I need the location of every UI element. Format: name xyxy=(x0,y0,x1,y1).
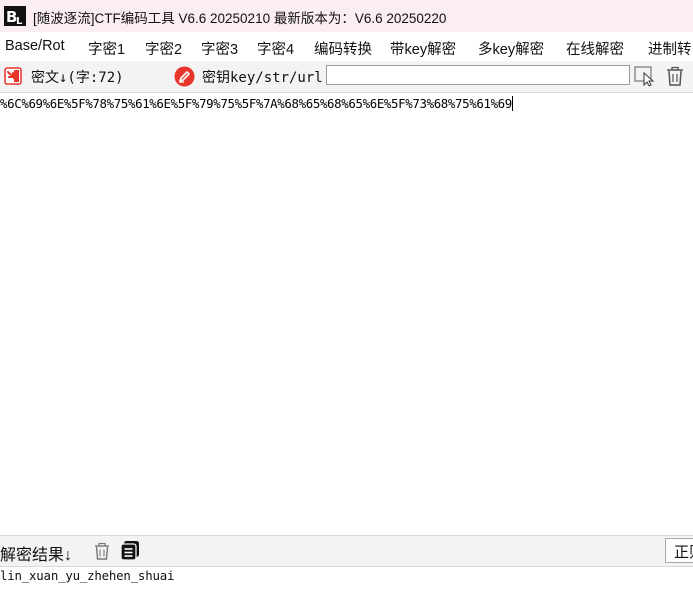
pencil-clear-icon[interactable] xyxy=(174,66,195,87)
key-input[interactable] xyxy=(326,65,630,85)
cursor-select-icon[interactable] xyxy=(634,66,656,86)
menu-encoding-convert[interactable]: 编码转换 xyxy=(314,38,372,59)
regex-button[interactable]: 正则 xyxy=(665,538,693,563)
menu-radix-convert[interactable]: 进制转 xyxy=(648,38,692,59)
menu-zimi2[interactable]: 字密2 xyxy=(145,38,182,59)
cipher-label: 密文↓(字:72) xyxy=(31,70,124,86)
menu-multi-key-decrypt[interactable]: 多key解密 xyxy=(478,38,544,59)
result-toolbar: 解密结果↓ 正则 xyxy=(0,535,693,567)
svg-text:L: L xyxy=(16,16,23,26)
result-trash-icon[interactable] xyxy=(93,541,111,561)
key-label: 密钥key/str/url: xyxy=(202,70,332,86)
result-text: lin_xuan_yu_zhehen_shuai xyxy=(0,568,175,583)
import-arrow-icon[interactable] xyxy=(4,67,22,85)
app-logo-icon: B L xyxy=(4,6,26,26)
cipher-text-content: %6C%69%6E%5F%78%75%61%6E%5F%79%75%5F%7A%… xyxy=(0,96,514,111)
menu-online-decrypt[interactable]: 在线解密 xyxy=(566,38,624,59)
menu-base-rot[interactable]: Base/Rot xyxy=(5,38,65,54)
text-caret xyxy=(511,96,514,111)
copy-icon[interactable] xyxy=(120,540,140,561)
cipher-textarea[interactable]: %6C%69%6E%5F%78%75%61%6E%5F%79%75%5F%7A%… xyxy=(0,93,693,534)
title-bar: B L [随波逐流]CTF编码工具 V6.6 20250210 最新版本为：V6… xyxy=(0,0,693,32)
window-title: [随波逐流]CTF编码工具 V6.6 20250210 最新版本为：V6.6 2… xyxy=(33,11,447,26)
menu-zimi3[interactable]: 字密3 xyxy=(201,38,238,59)
result-label: 解密结果↓ xyxy=(0,547,73,564)
menu-zimi4[interactable]: 字密4 xyxy=(257,38,294,59)
cipher-toolbar: 密文↓(字:72) 密钥key/str/url: xyxy=(0,61,693,93)
cipher-text: %6C%69%6E%5F%78%75%61%6E%5F%79%75%5F%7A%… xyxy=(0,96,512,111)
menu-bar: Base/Rot 字密1 字密2 字密3 字密4 编码转换 带key解密 多ke… xyxy=(0,33,693,60)
menu-key-decrypt[interactable]: 带key解密 xyxy=(390,38,456,59)
menu-zimi1[interactable]: 字密1 xyxy=(88,38,125,59)
result-textarea[interactable]: lin_xuan_yu_zhehen_shuai xyxy=(0,567,693,611)
trash-icon[interactable] xyxy=(665,65,685,87)
